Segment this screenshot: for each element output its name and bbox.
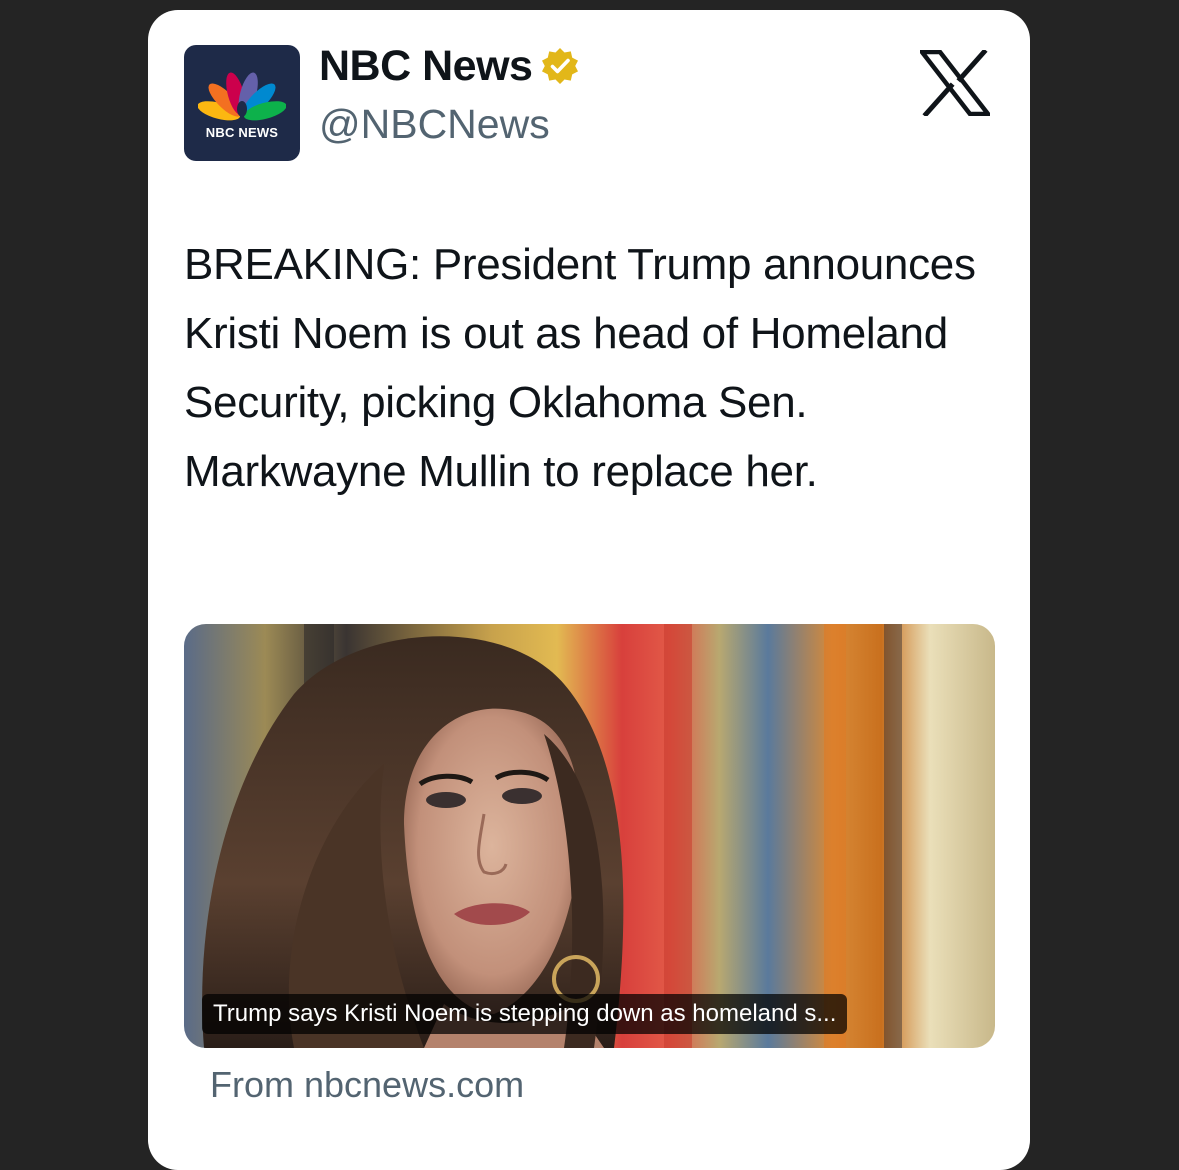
account-handle[interactable]: @NBCNews xyxy=(319,98,550,150)
portrait-photo xyxy=(184,624,995,1048)
verified-badge-icon xyxy=(542,48,579,84)
display-name[interactable]: NBC News xyxy=(319,40,580,92)
tweet-text: BREAKING: President Trump announces Kris… xyxy=(184,240,976,496)
link-card-image[interactable]: Trump says Kristi Noem is stepping down … xyxy=(184,624,995,1048)
avatar-label: NBC NEWS xyxy=(205,125,279,140)
link-card-caption: Trump says Kristi Noem is stepping down … xyxy=(202,994,848,1034)
link-source[interactable]: From nbcnews.com xyxy=(210,1062,524,1108)
tweet-card[interactable]: NBC NEWS NBC News @NBCNews BREAKING: Pre… xyxy=(148,10,1030,1170)
nbc-peacock-icon xyxy=(198,72,286,121)
x-logo-icon[interactable] xyxy=(920,50,990,116)
nbc-news-avatar[interactable]: NBC NEWS xyxy=(184,45,300,161)
display-name-text: NBC News xyxy=(319,42,533,90)
